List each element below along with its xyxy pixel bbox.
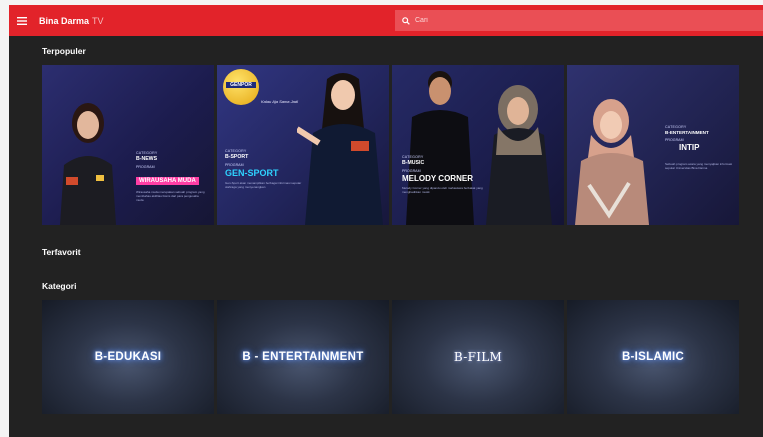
category-card-label: B-EDUKASI: [94, 351, 162, 363]
search-bar: [395, 10, 763, 31]
category-card-edukasi[interactable]: B-EDUKASI: [42, 300, 214, 414]
card-info: CATEGORY B-NEWS PROGRAM WIRAUSAHA MUDA W…: [136, 151, 206, 202]
program-label: PROGRAM: [402, 169, 421, 173]
category-name: B-MUSIC: [402, 160, 425, 166]
brand-suffix: TV: [92, 15, 104, 26]
presenter-image: [60, 103, 116, 225]
category-card-label: B-ISLAMIC: [621, 351, 685, 363]
brand-name: Bina Darma: [39, 15, 90, 26]
card-info: CATEGORY B-MUSIC PROGRAM MELODY CORNER M…: [402, 155, 492, 194]
program-name: MELODY CORNER: [402, 174, 473, 183]
presenter-image: [297, 73, 383, 225]
presenter-image: [406, 71, 552, 225]
program-name: WIRAUSAHA MUDA: [136, 177, 199, 185]
tagline: Kalau Aja Sama Jadi: [261, 99, 298, 104]
program-description: Melody Corner yang dipandu oleh mahasisw…: [402, 186, 483, 194]
popular-card-melody-corner[interactable]: CATEGORY B-MUSIC PROGRAM MELODY CORNER M…: [392, 65, 564, 225]
popular-card-intip[interactable]: CATEGORY B-ENTERTAINMENT PROGRAM INTIP S…: [567, 65, 739, 225]
top-bar: Bina Darma TV: [9, 5, 763, 36]
program-label: PROGRAM: [136, 165, 155, 169]
section-title-category: Kategori: [42, 281, 77, 291]
app-frame: Bina Darma TV Terpopuler CAT: [9, 5, 763, 437]
logo-text: GENPOR: [226, 82, 256, 88]
menu-button[interactable]: [9, 5, 35, 36]
popular-row: CATEGORY B-NEWS PROGRAM WIRAUSAHA MUDA W…: [42, 65, 739, 225]
category-name: B-NEWS: [136, 156, 158, 162]
category-row: B-EDUKASI B - ENTERTAINMENT B-FILM B-ISL…: [42, 300, 739, 414]
program-label: PROGRAM: [665, 138, 684, 142]
category-card-film[interactable]: B-FILM: [392, 300, 564, 414]
category-label: CATEGORY: [225, 149, 247, 153]
category-card-label: B-FILM: [453, 350, 503, 364]
category-card-islamic[interactable]: B-ISLAMIC: [567, 300, 739, 414]
brand-logo[interactable]: Bina Darma TV: [39, 16, 104, 26]
section-title-popular: Terpopuler: [42, 46, 86, 56]
search-input[interactable]: [413, 17, 737, 24]
volleyball-logo: GENPOR: [223, 69, 259, 105]
category-label: CATEGORY: [665, 125, 687, 129]
category-name: B-ENTERTAINMENT: [665, 130, 709, 135]
section-title-favorite: Terfavorit: [42, 247, 81, 257]
category-card-entertainment[interactable]: B - ENTERTAINMENT: [217, 300, 389, 414]
card-info: CATEGORY B-SPORT PROGRAM GEN-SPORT Gen-S…: [225, 149, 313, 189]
popular-card-wirausaha-muda[interactable]: CATEGORY B-NEWS PROGRAM WIRAUSAHA MUDA W…: [42, 65, 214, 225]
search-icon: [399, 16, 413, 25]
category-label: CATEGORY: [136, 151, 158, 155]
program-description: Gen-Sport akan menampilkan berbagai info…: [225, 181, 302, 189]
presenter-image: [575, 99, 649, 225]
card-info: CATEGORY B-ENTERTAINMENT PROGRAM INTIP S…: [665, 125, 733, 170]
program-label: PROGRAM: [225, 163, 244, 167]
program-description: Wirausaha muda merupakan sebuah program …: [136, 190, 205, 202]
popular-card-gen-sport[interactable]: GENPOR Kalau Aja Sama Jadi CATEGORY B-SP…: [217, 65, 389, 225]
category-name: B-SPORT: [225, 154, 249, 160]
program-description: Sebuah program acara yang menyajikan inf…: [665, 162, 733, 170]
program-name: INTIP: [679, 143, 700, 152]
category-card-label: B - ENTERTAINMENT: [242, 351, 364, 363]
category-label: CATEGORY: [402, 155, 424, 159]
hamburger-icon: [17, 16, 27, 25]
program-name: GEN-SPORT: [225, 168, 279, 178]
